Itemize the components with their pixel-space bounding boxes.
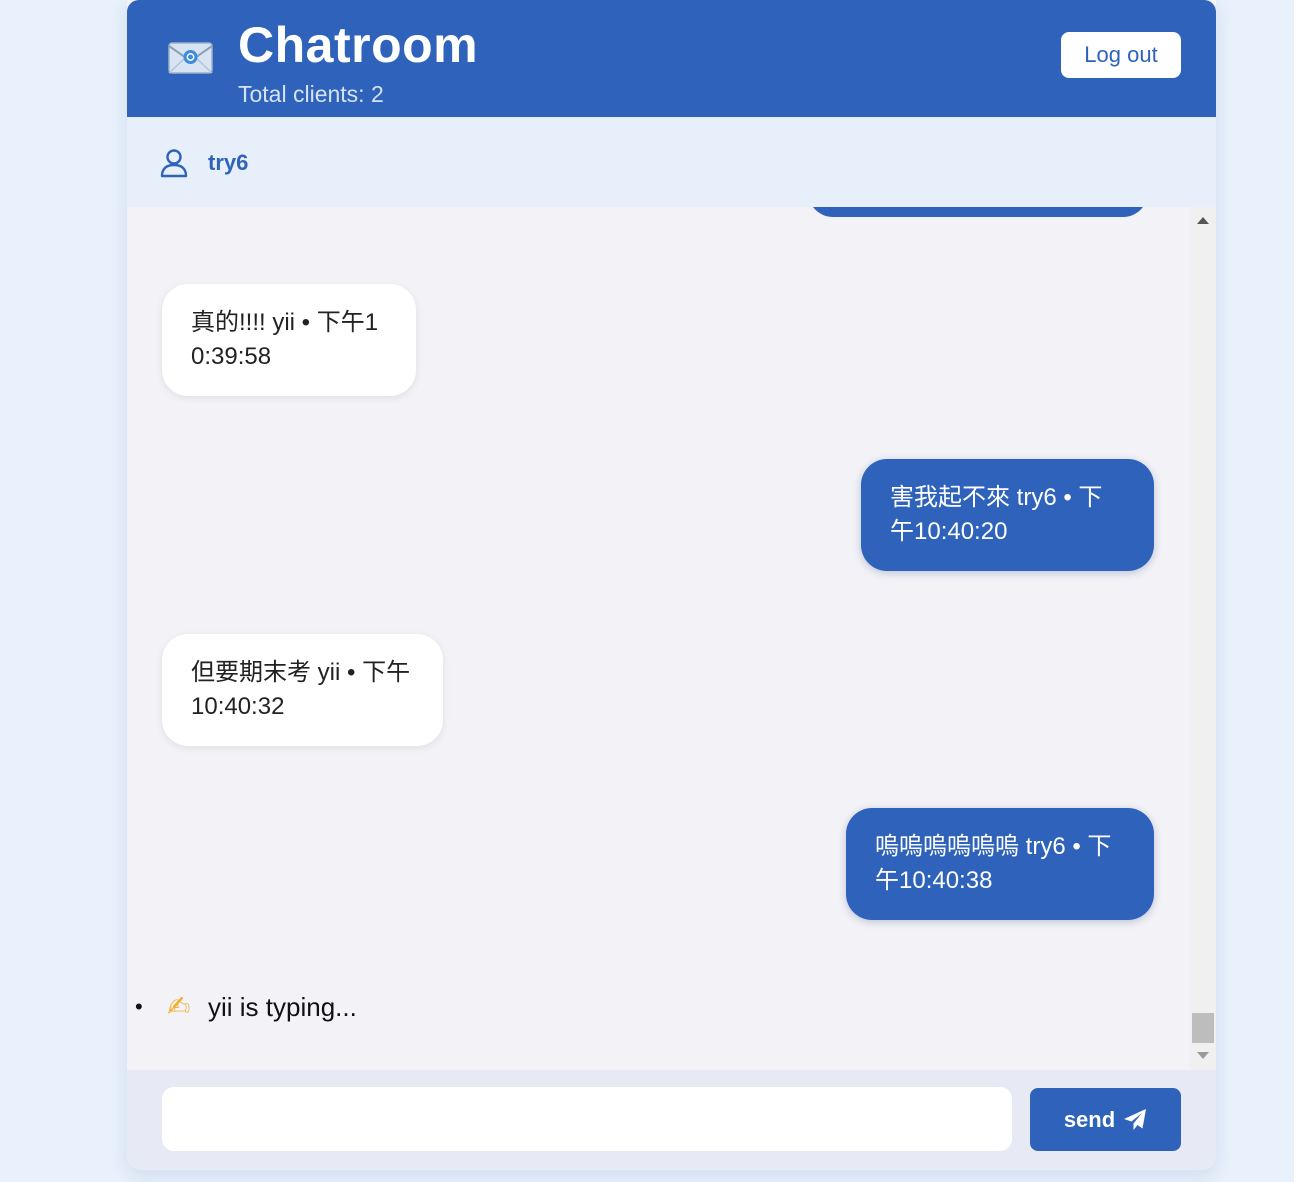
message-list[interactable]: 真的!!!! yii • 下午10:39:58 害我起不來 try6 • 下午1… (127, 207, 1216, 1070)
message-bubble-outgoing: 害我起不來 try6 • 下午10:40:20 (861, 459, 1154, 571)
message-text: 但要期末考 yii • 下午10:40:32 (191, 659, 411, 720)
window-edge (1294, 0, 1300, 1182)
scroll-up-arrow-icon[interactable] (1197, 217, 1209, 224)
client-count: Total clients: 2 (238, 81, 384, 107)
logout-button[interactable]: Log out (1061, 32, 1181, 78)
current-username: try6 (208, 150, 249, 175)
current-user-bar: try6 (127, 117, 1216, 207)
message-bubble-incoming: 真的!!!! yii • 下午10:39:58 (162, 284, 416, 396)
page-title: Chatroom (238, 17, 479, 73)
chat-window: Chatroom Total clients: 2 Log out try6 真… (127, 0, 1216, 1170)
scrollbar-thumb[interactable] (1192, 1013, 1214, 1043)
message-bubble-incoming: 但要期末考 yii • 下午10:40:32 (162, 634, 443, 746)
header: Chatroom Total clients: 2 Log out (127, 0, 1216, 117)
envelope-icon (168, 42, 213, 74)
scrollbar[interactable] (1190, 207, 1216, 1070)
paper-plane-icon (1124, 1108, 1147, 1130)
message-text: 害我起不來 try6 • 下午10:40:20 (890, 484, 1103, 545)
message-input[interactable] (162, 1087, 1012, 1151)
user-icon (160, 149, 188, 178)
composer: send (127, 1070, 1216, 1170)
message-text: 真的!!!! yii • 下午10:39:58 (191, 309, 379, 370)
typing-indicator: • ✍ yii is typing... (127, 987, 627, 1027)
list-bullet: • (135, 994, 143, 1019)
message-bubble-outgoing: 嗚嗚嗚嗚嗚嗚 try6 • 下午10:40:38 (846, 808, 1154, 920)
send-label: send (1063, 1106, 1116, 1132)
send-button[interactable]: send (1030, 1088, 1181, 1151)
writing-hand-icon: ✍ (167, 991, 191, 1022)
typing-text: yii is typing... (208, 992, 357, 1022)
message-text: 嗚嗚嗚嗚嗚嗚 try6 • 下午10:40:38 (875, 833, 1112, 894)
scroll-down-arrow-icon[interactable] (1197, 1052, 1209, 1059)
message-bubble-outgoing-partial (808, 207, 1148, 217)
